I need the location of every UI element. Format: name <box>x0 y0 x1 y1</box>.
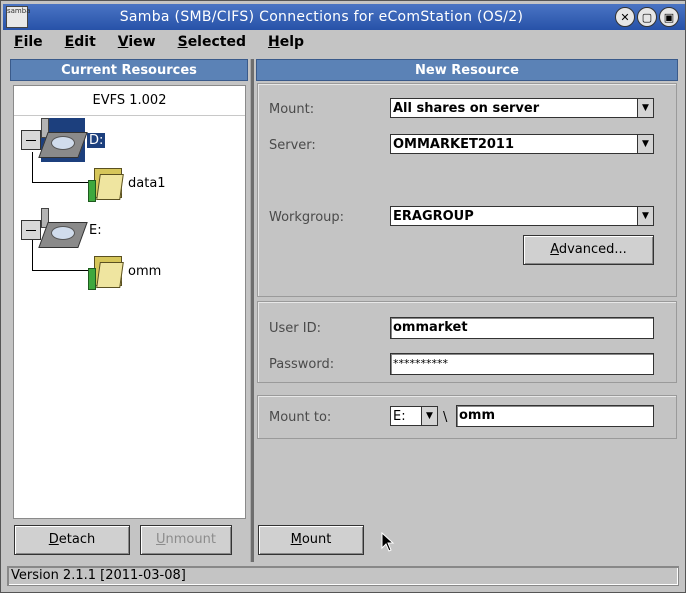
mount-value: All shares on server <box>393 100 540 116</box>
userid-input[interactable]: ommarket <box>390 317 654 339</box>
password-label: Password: <box>269 357 335 372</box>
network-folder-icon <box>88 252 124 290</box>
tree-line <box>32 270 88 271</box>
collapse-icon[interactable] <box>21 220 41 240</box>
menu-bar: File Edit View Selected Help <box>3 31 685 53</box>
mount-dropdown[interactable]: All shares on server ▼ <box>390 98 654 118</box>
menu-help[interactable]: Help <box>257 34 315 50</box>
samba-app-icon[interactable]: samba <box>6 6 31 28</box>
mount-label: Mount: <box>269 102 315 117</box>
server-section: Mount: All shares on server ▼ Server: OM… <box>257 83 677 297</box>
server-label: Server: <box>269 138 316 153</box>
app-window: samba Samba (SMB/CIFS) Connections for e… <box>0 0 686 593</box>
menu-edit[interactable]: Edit <box>54 34 107 50</box>
window-title: Samba (SMB/CIFS) Connections for eComSta… <box>119 9 524 25</box>
server-value: OMMARKET2011 <box>393 136 514 152</box>
collapse-icon[interactable] <box>21 130 41 150</box>
password-input[interactable]: ********** <box>390 353 654 375</box>
maximize-icon[interactable]: ▣ <box>659 7 679 27</box>
menu-view[interactable]: View <box>107 34 167 50</box>
tree-item-drive-d[interactable]: D: <box>21 118 106 162</box>
tree-item-drive-e[interactable]: E: <box>21 208 104 252</box>
share-label: data1 <box>128 175 166 191</box>
mountto-name-input[interactable]: omm <box>456 405 654 427</box>
mount-button[interactable]: Mount <box>258 525 364 555</box>
tree-item-share-data1[interactable]: data1 <box>88 164 166 202</box>
mountto-drive-dropdown[interactable]: E: ▼ <box>390 406 438 426</box>
menu-file[interactable]: File <box>3 34 54 50</box>
chevron-down-icon[interactable]: ▼ <box>637 207 653 225</box>
chevron-down-icon[interactable]: ▼ <box>637 135 653 153</box>
new-resource-header: New Resource <box>256 59 678 81</box>
network-folder-icon <box>88 164 124 202</box>
mountto-drive-value: E: <box>393 408 406 424</box>
new-resource-panel: New Resource Mount: All shares on server… <box>256 59 678 562</box>
minimize-icon[interactable]: ▢ <box>637 7 657 27</box>
menu-selected[interactable]: Selected <box>167 34 257 50</box>
tree-line <box>32 182 88 183</box>
detach-button[interactable]: Detach <box>14 525 130 555</box>
share-label: omm <box>128 263 162 279</box>
drive-label: E: <box>89 222 102 238</box>
chevron-down-icon[interactable]: ▼ <box>637 99 653 117</box>
unmount-button[interactable]: Unmount <box>140 525 232 555</box>
title-bar[interactable]: samba Samba (SMB/CIFS) Connections for e… <box>3 4 685 30</box>
workgroup-dropdown[interactable]: ERAGROUP ▼ <box>390 206 654 226</box>
advanced-button[interactable]: Advanced... <box>523 235 654 265</box>
workgroup-label: Workgroup: <box>269 210 345 225</box>
current-resources-header: Current Resources <box>10 59 248 81</box>
server-dropdown[interactable]: OMMARKET2011 ▼ <box>390 134 654 154</box>
tree-title: EVFS 1.002 <box>14 86 245 116</box>
mount-to-section: Mount to: E: ▼ \ omm <box>257 395 677 439</box>
status-bar: Version 2.1.1 [2011-03-08] <box>7 566 679 586</box>
panel-splitter[interactable] <box>250 59 254 562</box>
network-drive-icon <box>38 118 88 162</box>
tree-item-share-omm[interactable]: omm <box>88 252 161 290</box>
userid-label: User ID: <box>269 321 321 336</box>
drive-label: D: <box>87 132 106 148</box>
path-separator: \ <box>443 410 448 425</box>
mountto-label: Mount to: <box>269 410 332 425</box>
chevron-down-icon[interactable]: ▼ <box>421 407 437 425</box>
close-icon[interactable]: ✕ <box>615 7 635 27</box>
resource-tree[interactable]: EVFS 1.002 D: data1 E: omm <box>13 85 246 519</box>
network-drive-icon <box>38 208 88 252</box>
credentials-section: User ID: ommarket Password: ********** <box>257 301 677 383</box>
workgroup-value: ERAGROUP <box>393 208 474 224</box>
mouse-cursor-icon <box>381 532 395 552</box>
current-resources-panel: Current Resources EVFS 1.002 D: data1 E:… <box>10 59 248 562</box>
